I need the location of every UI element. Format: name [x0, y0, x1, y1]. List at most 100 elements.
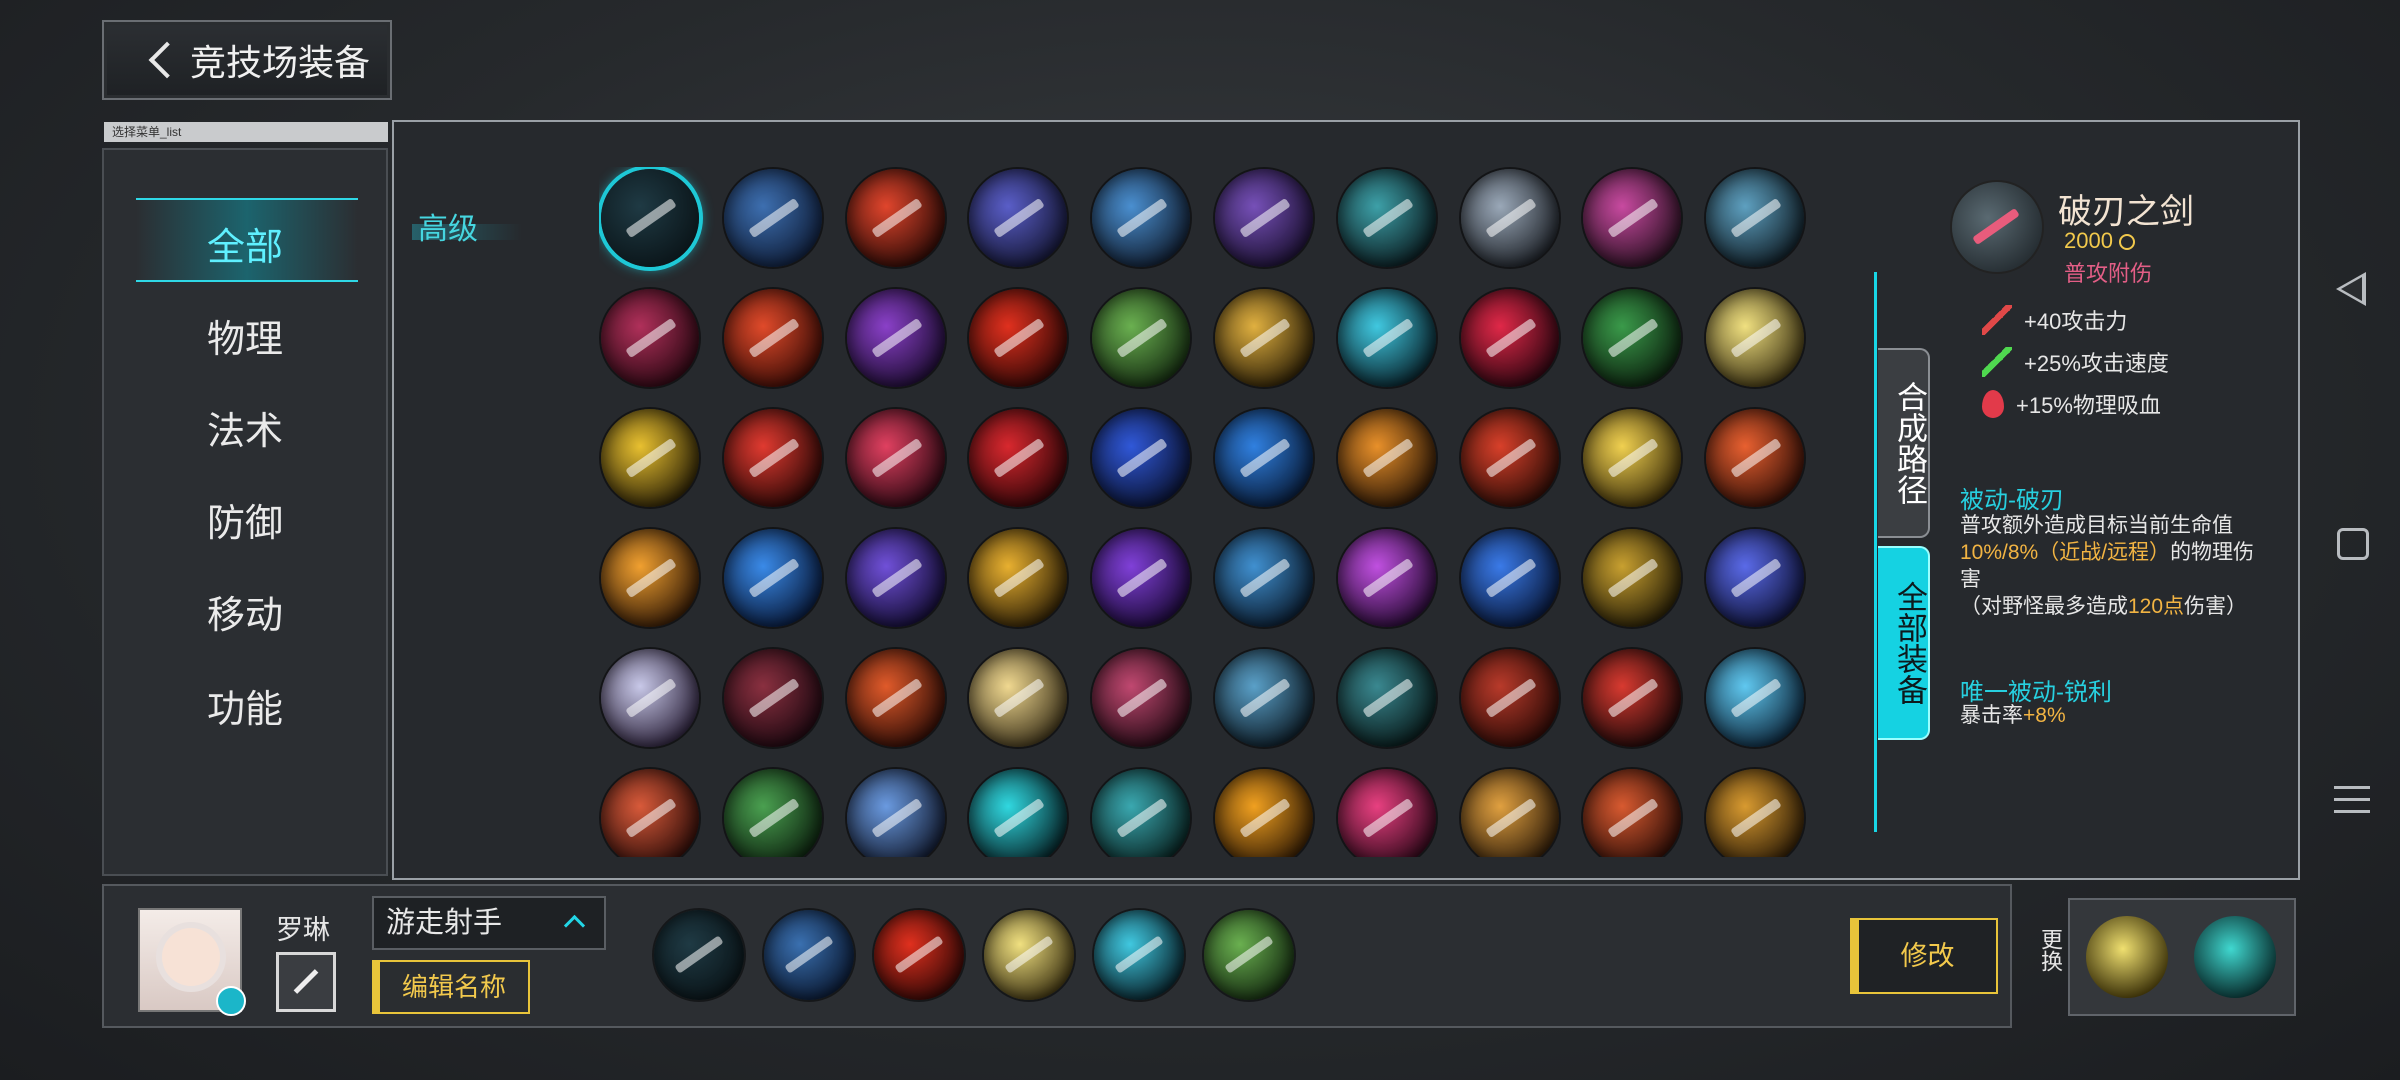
- summoner-skills: [2068, 898, 2296, 1016]
- item-icon[interactable]: [1460, 409, 1559, 507]
- category-physical[interactable]: 物理: [104, 308, 386, 363]
- item-icon[interactable]: [723, 289, 822, 387]
- item-icon[interactable]: [1337, 289, 1436, 387]
- edit-loadout-icon[interactable]: [276, 952, 336, 1012]
- item-icon[interactable]: [723, 769, 822, 857]
- item-icon[interactable]: [1215, 409, 1313, 507]
- item-icon[interactable]: [1215, 289, 1313, 387]
- chevron-up-icon: [563, 914, 586, 937]
- loadout-bar: 罗琳 游走射手 编辑名称 修改: [102, 884, 2012, 1028]
- stat-text: +40攻击力: [2024, 309, 2128, 334]
- item-icon[interactable]: [846, 649, 945, 747]
- item-icon[interactable]: [846, 289, 945, 387]
- passive-title: 被动-破刃: [1960, 487, 2064, 514]
- item-icon[interactable]: [1215, 769, 1313, 857]
- category-defense[interactable]: 防御: [104, 492, 386, 547]
- item-icon[interactable]: [1583, 649, 1682, 747]
- item-icon[interactable]: [969, 169, 1068, 267]
- item-icon[interactable]: [969, 529, 1068, 627]
- item-icon[interactable]: [601, 289, 699, 387]
- item-icon[interactable]: [1092, 529, 1191, 627]
- role-dropdown[interactable]: 游走射手: [372, 896, 606, 950]
- item-icon[interactable]: [1460, 649, 1559, 747]
- category-utility[interactable]: 功能: [104, 678, 386, 733]
- category-sidebar: 全部 物理 法术 防御 移动 功能: [102, 148, 388, 876]
- item-icon[interactable]: [846, 409, 945, 507]
- category-movement[interactable]: 移动: [104, 584, 386, 639]
- item-icon[interactable]: [1706, 769, 1805, 857]
- tier-label: 高级: [418, 213, 478, 246]
- item-icon[interactable]: [1583, 169, 1682, 267]
- category-all[interactable]: 全部: [104, 216, 386, 271]
- stat-text: +15%物理吸血: [2016, 393, 2161, 418]
- equipped-item-icon[interactable]: [1204, 910, 1294, 1000]
- item-icon[interactable]: [1583, 289, 1682, 387]
- item-icon[interactable]: [601, 169, 699, 267]
- item-type: 普攻附伤: [2064, 261, 2153, 286]
- item-icon[interactable]: [1583, 409, 1682, 507]
- item-icon[interactable]: [1706, 169, 1805, 267]
- item-icon[interactable]: [969, 649, 1068, 747]
- system-nav-bar: [2320, 0, 2400, 1080]
- item-icon[interactable]: [1092, 649, 1191, 747]
- item-icon[interactable]: [1337, 169, 1436, 267]
- item-icon[interactable]: [723, 409, 822, 507]
- item-icon[interactable]: [1460, 769, 1559, 857]
- back-button[interactable]: 竞技场装备: [102, 20, 392, 100]
- item-icon[interactable]: [601, 529, 699, 627]
- equipped-item-icon[interactable]: [654, 910, 744, 1000]
- summoner-skill-2[interactable]: [2194, 916, 2276, 998]
- item-icon[interactable]: [601, 769, 699, 857]
- item-icon[interactable]: [1092, 409, 1191, 507]
- item-icon[interactable]: [601, 649, 699, 747]
- item-icon[interactable]: [1706, 649, 1805, 747]
- item-icon[interactable]: [1215, 649, 1313, 747]
- item-icon[interactable]: [1337, 409, 1436, 507]
- item-icon[interactable]: [1460, 529, 1559, 627]
- modify-button[interactable]: 修改: [1850, 918, 1998, 994]
- item-icon[interactable]: [1337, 649, 1436, 747]
- item-icon[interactable]: [846, 769, 945, 857]
- item-icon[interactable]: [1092, 169, 1191, 267]
- swap-label[interactable]: 更换: [2024, 928, 2064, 972]
- item-icon[interactable]: [846, 529, 945, 627]
- selected-item-icon: [1952, 182, 2042, 272]
- equipped-item-icon[interactable]: [764, 910, 854, 1000]
- tab-all-items[interactable]: 全部装备: [1878, 546, 1930, 740]
- item-icon[interactable]: [1583, 769, 1682, 857]
- summoner-skill-1[interactable]: [2086, 916, 2168, 998]
- equipped-item-icon[interactable]: [1094, 910, 1184, 1000]
- avatar[interactable]: [138, 908, 246, 1016]
- item-icon[interactable]: [1706, 529, 1805, 627]
- item-icon[interactable]: [969, 289, 1068, 387]
- back-triangle-icon[interactable]: [2336, 272, 2366, 306]
- equipped-item-icon[interactable]: [874, 910, 964, 1000]
- item-panel: 高级 合成路径 全部装备 破刃之剑 2000 普攻附伤 +40攻击力 +25%攻…: [392, 120, 2300, 880]
- item-icon[interactable]: [969, 409, 1068, 507]
- menu-icon[interactable]: [2334, 786, 2370, 822]
- item-icon[interactable]: [1706, 409, 1805, 507]
- item-icon[interactable]: [1215, 529, 1313, 627]
- tab-build-path[interactable]: 合成路径: [1878, 348, 1930, 538]
- item-icon[interactable]: [1337, 769, 1436, 857]
- item-icon[interactable]: [969, 769, 1068, 857]
- equipped-item-icon[interactable]: [984, 910, 1074, 1000]
- item-icon[interactable]: [723, 169, 822, 267]
- item-icon[interactable]: [723, 529, 822, 627]
- item-icon[interactable]: [1460, 169, 1559, 267]
- item-icon[interactable]: [1337, 529, 1436, 627]
- item-icon[interactable]: [1092, 769, 1191, 857]
- rename-button[interactable]: 编辑名称: [372, 960, 530, 1014]
- item-icon[interactable]: [1092, 289, 1191, 387]
- item-icon[interactable]: [1215, 169, 1313, 267]
- item-icon[interactable]: [1583, 529, 1682, 627]
- item-icon[interactable]: [601, 409, 699, 507]
- item-icon[interactable]: [723, 649, 822, 747]
- item-icon[interactable]: [1460, 289, 1559, 387]
- home-square-icon[interactable]: [2337, 528, 2369, 560]
- sword-red-icon: [1982, 305, 2012, 335]
- category-magic[interactable]: 法术: [104, 400, 386, 455]
- item-icon[interactable]: [846, 169, 945, 267]
- item-icon[interactable]: [1706, 289, 1805, 387]
- background-watermark: [40, 700, 71, 805]
